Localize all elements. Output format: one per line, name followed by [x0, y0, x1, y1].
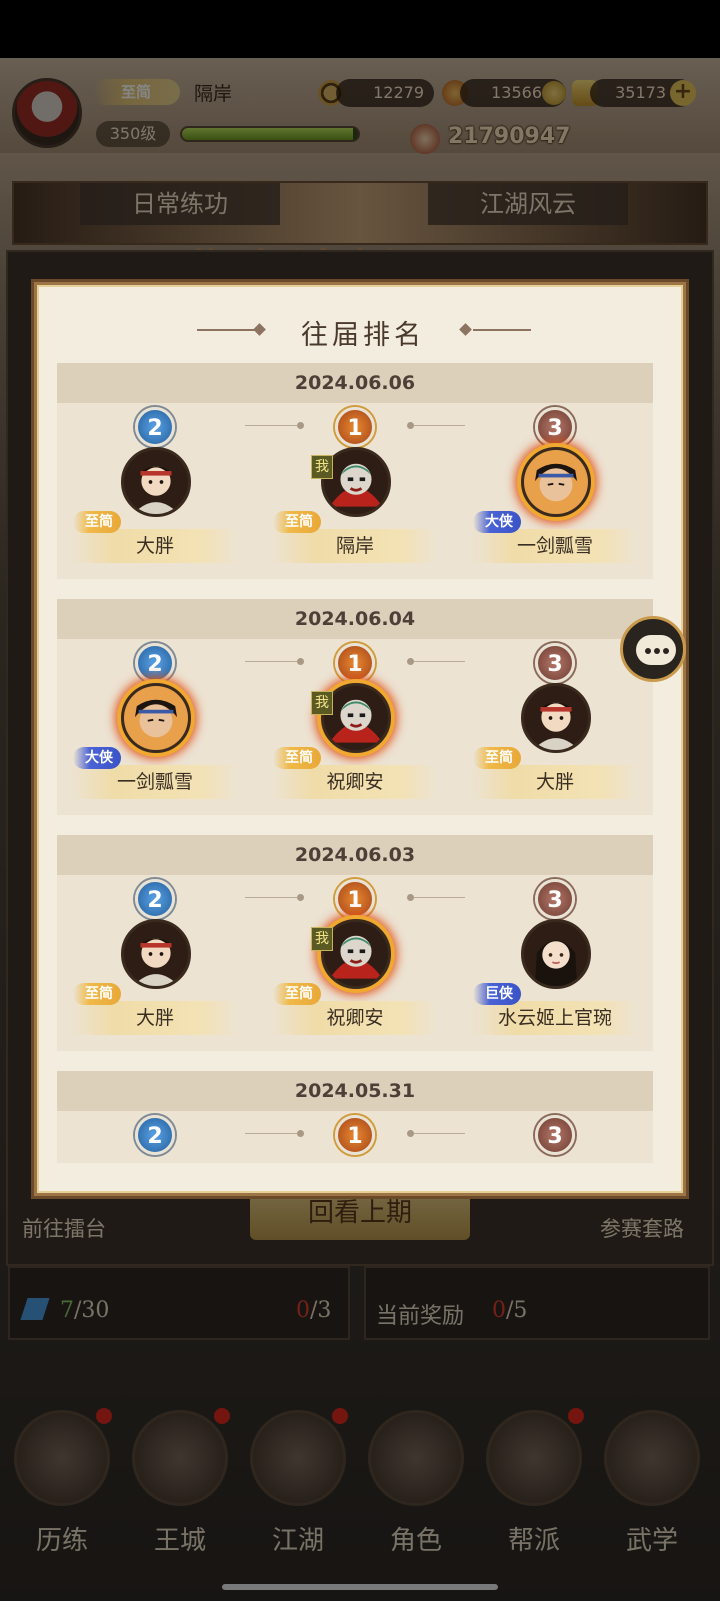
player-title-badge: 至简 — [273, 511, 321, 533]
season-card: 2024.05.31 1 2 3 — [57, 1071, 653, 1163]
rank-slot-1[interactable]: 1 我至简 祝卿安 — [257, 639, 453, 815]
rank-medal-icon: 2 — [135, 879, 175, 919]
rank-medal-icon: 1 — [335, 643, 375, 683]
season-card: 2024.06.06 1 我至简 隔岸 2 至简 大胖 3 大侠 一剑瓢雪 — [57, 363, 653, 579]
me-tag: 我 — [311, 691, 333, 715]
me-tag: 我 — [311, 455, 333, 479]
season-date: 2024.06.04 — [57, 599, 653, 639]
player-title-badge: 至简 — [273, 747, 321, 769]
season-date: 2024.06.06 — [57, 363, 653, 403]
player-title-badge: 至简 — [273, 983, 321, 1005]
player-name: 一剑瓢雪 — [116, 771, 193, 793]
season-ranking-list[interactable]: 2024.06.06 1 我至简 隔岸 2 至简 大胖 3 大侠 一剑瓢雪 2024.06.04 1 我… — [57, 363, 653, 1163]
rank-medal-icon: 1 — [335, 407, 375, 447]
me-tag: 我 — [311, 927, 333, 951]
player-name: 祝卿安 — [326, 1007, 384, 1029]
rank-medal-icon: 2 — [135, 643, 175, 683]
chat-bubble-icon — [636, 635, 676, 665]
rank-medal-icon: 3 — [535, 1115, 575, 1155]
rank-slot-3[interactable]: 3 — [457, 1111, 653, 1163]
rank-slot-1[interactable]: 1 — [257, 1111, 453, 1163]
player-name: 大胖 — [135, 535, 174, 557]
player-portrait[interactable] — [121, 919, 191, 989]
player-name: 大胖 — [535, 771, 574, 793]
rank-medal-icon: 1 — [335, 879, 375, 919]
player-portrait[interactable] — [121, 683, 191, 753]
season-date: 2024.05.31 — [57, 1071, 653, 1111]
player-title-badge: 至简 — [73, 511, 121, 533]
rank-slot-2[interactable]: 2 — [57, 1111, 253, 1163]
rank-medal-icon: 2 — [135, 407, 175, 447]
rank-slot-2[interactable]: 2 大侠 一剑瓢雪 — [57, 639, 253, 815]
chat-button[interactable] — [620, 616, 686, 682]
rank-medal-icon: 3 — [535, 879, 575, 919]
player-name: 一剑瓢雪 — [516, 535, 593, 557]
rank-slot-2[interactable]: 2 至简 大胖 — [57, 875, 253, 1051]
past-rankings-dialog: 往届排名 2024.06.06 1 我至简 隔岸 2 至简 大胖 3 大侠 一剑瓢雪 2024.06… — [34, 282, 686, 1196]
player-title-badge: 至简 — [73, 983, 121, 1005]
rank-slot-3[interactable]: 3 大侠 一剑瓢雪 — [457, 403, 653, 579]
rank-medal-icon: 3 — [535, 407, 575, 447]
dialog-title: 往届排名 — [301, 320, 425, 351]
rank-medal-icon: 1 — [335, 1115, 375, 1155]
player-name: 水云姬上官琬 — [497, 1007, 612, 1029]
player-name: 祝卿安 — [326, 771, 384, 793]
player-portrait[interactable] — [521, 447, 591, 517]
season-card: 2024.06.04 1 我至简 祝卿安 2 大侠 一剑瓢雪 3 至简 大胖 — [57, 599, 653, 815]
rank-slot-1[interactable]: 1 我至简 祝卿安 — [257, 875, 453, 1051]
player-title-badge: 大侠 — [73, 747, 121, 769]
season-date: 2024.06.03 — [57, 835, 653, 875]
player-portrait[interactable] — [521, 683, 591, 753]
rank-slot-3[interactable]: 3 巨侠 水云姬上官琬 — [457, 875, 653, 1051]
title-ornament-right — [473, 329, 531, 331]
rank-medal-icon: 3 — [535, 643, 575, 683]
player-name: 隔岸 — [335, 535, 374, 557]
player-title-badge: 至简 — [473, 747, 521, 769]
rank-medal-icon: 2 — [135, 1115, 175, 1155]
player-name: 大胖 — [135, 1007, 174, 1029]
player-portrait[interactable] — [121, 447, 191, 517]
rank-slot-2[interactable]: 2 至简 大胖 — [57, 403, 253, 579]
player-title-badge: 巨侠 — [473, 983, 521, 1005]
season-card: 2024.06.03 1 我至简 祝卿安 2 至简 大胖 3 巨侠 水云姬上官琬 — [57, 835, 653, 1051]
player-title-badge: 大侠 — [473, 511, 521, 533]
player-portrait[interactable] — [521, 919, 591, 989]
rank-slot-1[interactable]: 1 我至简 隔岸 — [257, 403, 453, 579]
